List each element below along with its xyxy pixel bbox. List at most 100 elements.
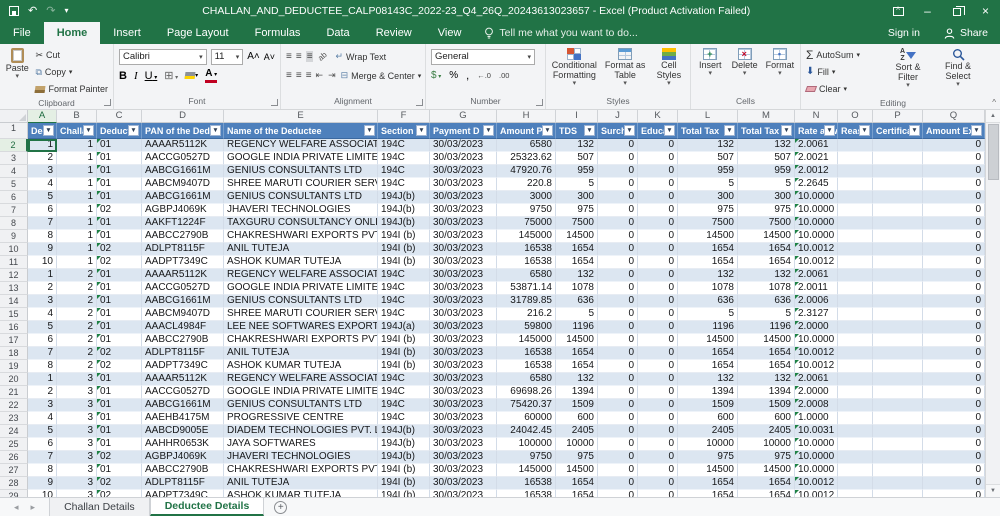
cell-M15[interactable]: 5 — [738, 308, 795, 321]
cell-I13[interactable]: 1078 — [556, 282, 598, 295]
cell-Q20[interactable]: 0 — [923, 373, 985, 386]
cell-M5[interactable]: 5 — [738, 178, 795, 191]
close-button[interactable]: × — [971, 0, 1000, 22]
cell-Q5[interactable]: 0 — [923, 178, 985, 191]
cell-B13[interactable]: 2 — [57, 282, 97, 295]
cell-F23[interactable]: 194C — [378, 412, 430, 425]
cell-L16[interactable]: 1196 — [678, 321, 738, 334]
decrease-font-icon[interactable]: A˅ — [264, 52, 275, 62]
cell-J2[interactable]: 0 — [598, 139, 638, 152]
font-color-icon[interactable]: A ▾ — [205, 68, 218, 83]
cell-M27[interactable]: 14500 — [738, 464, 795, 477]
row-header-15[interactable]: 15 — [0, 308, 28, 321]
cell-E3[interactable]: GOOGLE INDIA PRIVATE LIMITED — [224, 152, 378, 165]
cell-D2[interactable]: AAAAR5112K — [142, 139, 224, 152]
cell-F26[interactable]: 194J(b) — [378, 451, 430, 464]
cell-J11[interactable]: 0 — [598, 256, 638, 269]
cell-C14[interactable]: 01 — [97, 295, 142, 308]
merge-center-button[interactable]: ⊟ Merge & Center ▾ — [341, 68, 422, 84]
cell-G12[interactable]: 30/03/2023 — [430, 269, 497, 282]
cell-A8[interactable]: 7 — [28, 217, 57, 230]
cell-G21[interactable]: 30/03/2023 — [430, 386, 497, 399]
cell-G15[interactable]: 30/03/2023 — [430, 308, 497, 321]
row-header-9[interactable]: 9 — [0, 230, 28, 243]
row-header-23[interactable]: 23 — [0, 412, 28, 425]
cell-C7[interactable]: 02 — [97, 204, 142, 217]
cell-G28[interactable]: 30/03/2023 — [430, 477, 497, 490]
cell-A12[interactable]: 1 — [28, 269, 57, 282]
cell-A28[interactable]: 9 — [28, 477, 57, 490]
cell-K26[interactable]: 0 — [638, 451, 678, 464]
cell-A24[interactable]: 5 — [28, 425, 57, 438]
cell-D20[interactable]: AAAAR5112K — [142, 373, 224, 386]
filter-dropdown-icon[interactable]: ▼ — [43, 125, 54, 136]
cell-E8[interactable]: TAXGURU CONSULTANCY ONLINE PUBL — [224, 217, 378, 230]
delete-cells-button[interactable]: × Delete ▾ — [730, 47, 758, 95]
align-center-icon[interactable]: ≡ — [296, 70, 302, 81]
cell-C15[interactable]: 01 — [97, 308, 142, 321]
cell-E24[interactable]: DIADEM TECHNOLOGIES PVT. LTD. — [224, 425, 378, 438]
accounting-format-icon[interactable]: $ ▾ — [431, 70, 441, 81]
copy-button[interactable]: ⧉ Copy ▾ — [35, 64, 108, 80]
number-dialog-launcher[interactable] — [536, 99, 543, 106]
cell-C8[interactable]: 01 — [97, 217, 142, 230]
filter-dropdown-icon[interactable]: ▼ — [724, 125, 735, 136]
cell-J20[interactable]: 0 — [598, 373, 638, 386]
cell-J18[interactable]: 0 — [598, 347, 638, 360]
cell-G26[interactable]: 30/03/2023 — [430, 451, 497, 464]
format-as-table-button[interactable]: Format as Table ▾ — [604, 47, 647, 95]
filter-header-B[interactable]: Challan ▼ — [57, 123, 97, 139]
cell-Q13[interactable]: 0 — [923, 282, 985, 295]
row-header-26[interactable]: 26 — [0, 451, 28, 464]
cell-F3[interactable]: 194C — [378, 152, 430, 165]
cell-J23[interactable]: 0 — [598, 412, 638, 425]
cell-B9[interactable]: 1 — [57, 230, 97, 243]
filter-dropdown-icon[interactable]: ▼ — [364, 125, 375, 136]
cell-G18[interactable]: 30/03/2023 — [430, 347, 497, 360]
filter-header-P[interactable]: Certificat ▼ — [873, 123, 923, 139]
row-header-4[interactable]: 4 — [0, 165, 28, 178]
cell-Q26[interactable]: 0 — [923, 451, 985, 464]
filter-header-H[interactable]: Amount Pa ▼ — [497, 123, 556, 139]
cell-G29[interactable]: 30/03/2023 — [430, 490, 497, 497]
cell-B7[interactable]: 1 — [57, 204, 97, 217]
cell-L8[interactable]: 7500 — [678, 217, 738, 230]
cell-J21[interactable]: 0 — [598, 386, 638, 399]
scrollbar-thumb[interactable] — [988, 124, 999, 180]
collapse-ribbon-icon[interactable]: ^ — [992, 98, 996, 107]
cell-L3[interactable]: 507 — [678, 152, 738, 165]
sheet-tab-challan-details[interactable]: Challan Details — [49, 498, 150, 516]
cell-O4[interactable] — [838, 165, 873, 178]
cell-P15[interactable] — [873, 308, 923, 321]
tab-view[interactable]: View — [425, 22, 475, 44]
cell-E2[interactable]: REGENCY WELFARE ASSOCIATION — [224, 139, 378, 152]
cell-styles-button[interactable]: Cell Styles ▾ — [653, 47, 685, 95]
cell-L20[interactable]: 132 — [678, 373, 738, 386]
column-header-B[interactable]: B — [57, 110, 97, 123]
increase-decimal-icon[interactable]: ←.0 — [477, 71, 491, 80]
cell-N15[interactable]: 2.3127 — [795, 308, 838, 321]
cell-H22[interactable]: 75420.37 — [497, 399, 556, 412]
cell-C10[interactable]: 02 — [97, 243, 142, 256]
row-header-16[interactable]: 16 — [0, 321, 28, 334]
paste-button[interactable]: Paste ▾ — [5, 47, 29, 97]
row-header-20[interactable]: 20 — [0, 373, 28, 386]
filter-header-N[interactable]: Rate at w ▼ — [795, 123, 838, 139]
cell-F12[interactable]: 194C — [378, 269, 430, 282]
cell-P22[interactable] — [873, 399, 923, 412]
row-header-1[interactable]: 1 — [0, 123, 28, 139]
cell-L11[interactable]: 1654 — [678, 256, 738, 269]
cell-H29[interactable]: 16538 — [497, 490, 556, 497]
cell-H10[interactable]: 16538 — [497, 243, 556, 256]
decrease-decimal-icon[interactable]: .00 — [499, 71, 509, 80]
row-header-7[interactable]: 7 — [0, 204, 28, 217]
cell-Q22[interactable]: 0 — [923, 399, 985, 412]
cell-M3[interactable]: 507 — [738, 152, 795, 165]
cell-G9[interactable]: 30/03/2023 — [430, 230, 497, 243]
row-header-2[interactable]: 2 — [0, 139, 28, 152]
cell-H14[interactable]: 31789.85 — [497, 295, 556, 308]
cell-I24[interactable]: 2405 — [556, 425, 598, 438]
cell-G11[interactable]: 30/03/2023 — [430, 256, 497, 269]
row-header-14[interactable]: 14 — [0, 295, 28, 308]
cell-O19[interactable] — [838, 360, 873, 373]
